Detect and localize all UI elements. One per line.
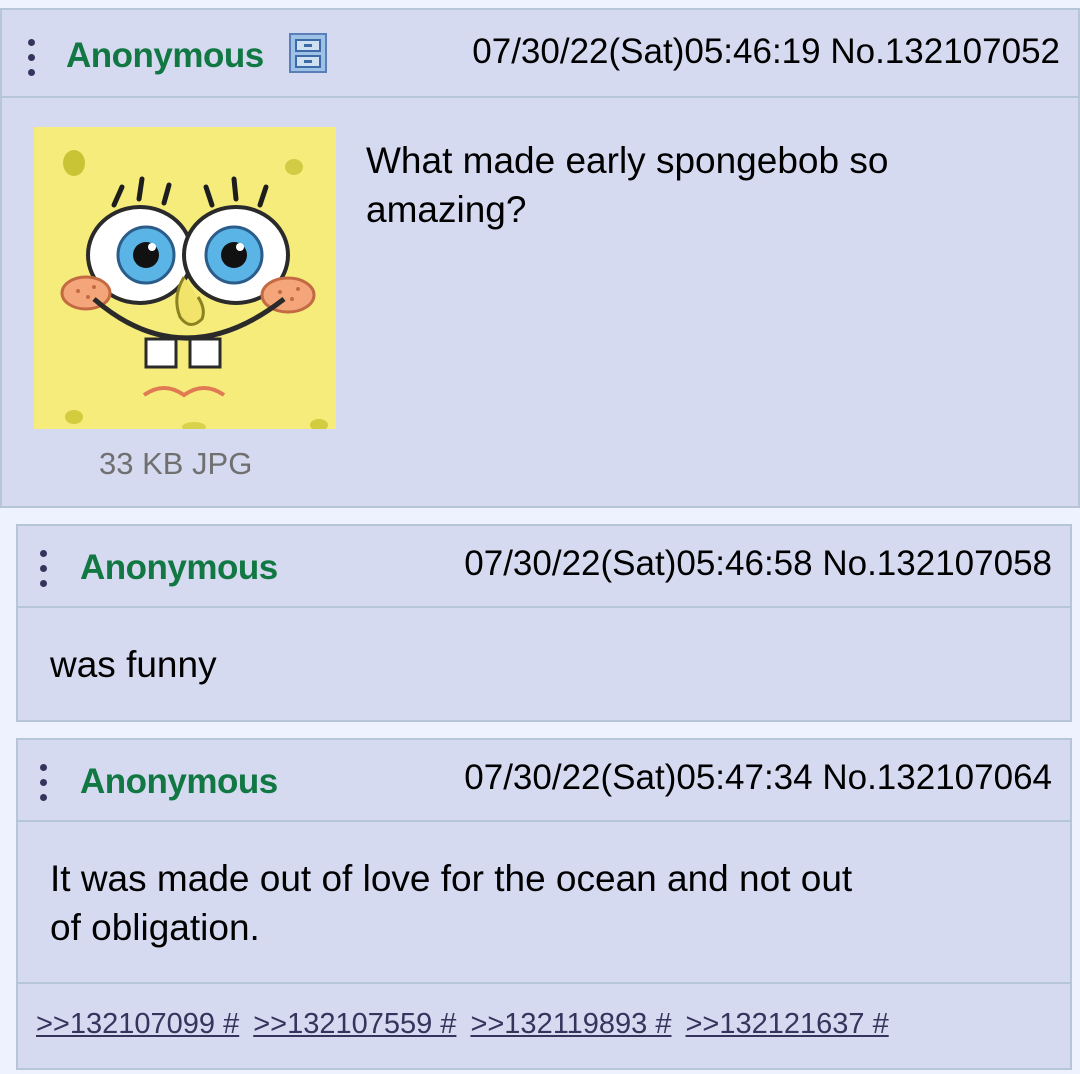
op-comment: What made early spongebob so amazing?: [366, 136, 888, 234]
reply-post-header: Anonymous 07/30/22(Sat)05:47:34 No.13210…: [18, 740, 1070, 822]
reply-comment-line: of obligation.: [50, 907, 260, 948]
post-date: 07/30/22(Sat)05:47:34: [464, 758, 813, 797]
backlink[interactable]: >>132119893 #: [470, 1008, 671, 1041]
post-meta: 07/30/22(Sat)05:47:34 No.132107064: [464, 758, 1052, 798]
post-number[interactable]: No.132107052: [830, 32, 1060, 71]
spongebob-face-thumbnail[interactable]: [34, 127, 336, 429]
reply-post: Anonymous 07/30/22(Sat)05:47:34 No.13210…: [16, 738, 1072, 1070]
reply-post: Anonymous 07/30/22(Sat)05:46:58 No.13210…: [16, 524, 1072, 722]
reply-comment: It was made out of love for the ocean an…: [50, 854, 852, 952]
reply-comment-line: was funny: [50, 644, 217, 685]
post-number[interactable]: No.132107064: [822, 758, 1052, 797]
poster-name: Anonymous: [80, 762, 278, 801]
backlinks: >>132107099 # >>132107559 # >>132119893 …: [36, 1008, 903, 1041]
backlink[interactable]: >>132121637 #: [686, 1008, 889, 1041]
menu-dots-icon[interactable]: [40, 764, 48, 801]
post-date: 07/30/22(Sat)05:46:58: [464, 544, 813, 583]
file-info: 33 KB JPG: [99, 446, 253, 481]
menu-dots-icon[interactable]: [40, 550, 48, 587]
post-date: 07/30/22(Sat)05:46:19: [472, 32, 821, 71]
menu-dots-icon[interactable]: [28, 39, 36, 76]
reply-post-header: Anonymous 07/30/22(Sat)05:46:58 No.13210…: [18, 526, 1070, 608]
post-meta: 07/30/22(Sat)05:46:19 No.132107052: [472, 32, 1060, 72]
op-post: Anonymous 07/30/22(Sat)05:46:19 No.13210…: [0, 8, 1080, 508]
op-comment-line: What made early spongebob so: [366, 140, 889, 181]
poster-name: Anonymous: [66, 36, 264, 75]
reply-comment: was funny: [50, 640, 217, 689]
file-cabinet-icon[interactable]: [289, 33, 327, 73]
op-post-header: Anonymous 07/30/22(Sat)05:46:19 No.13210…: [2, 10, 1078, 98]
post-meta: 07/30/22(Sat)05:46:58 No.132107058: [464, 544, 1052, 584]
poster-name: Anonymous: [80, 548, 278, 587]
backlink[interactable]: >>132107099 #: [36, 1008, 239, 1041]
backlinks-bar: >>132107099 # >>132107559 # >>132119893 …: [18, 982, 1070, 1068]
op-comment-line: amazing?: [366, 189, 527, 230]
backlink[interactable]: >>132107559 #: [253, 1008, 456, 1041]
reply-comment-line: It was made out of love for the ocean an…: [50, 858, 853, 899]
post-number[interactable]: No.132107058: [822, 544, 1052, 583]
